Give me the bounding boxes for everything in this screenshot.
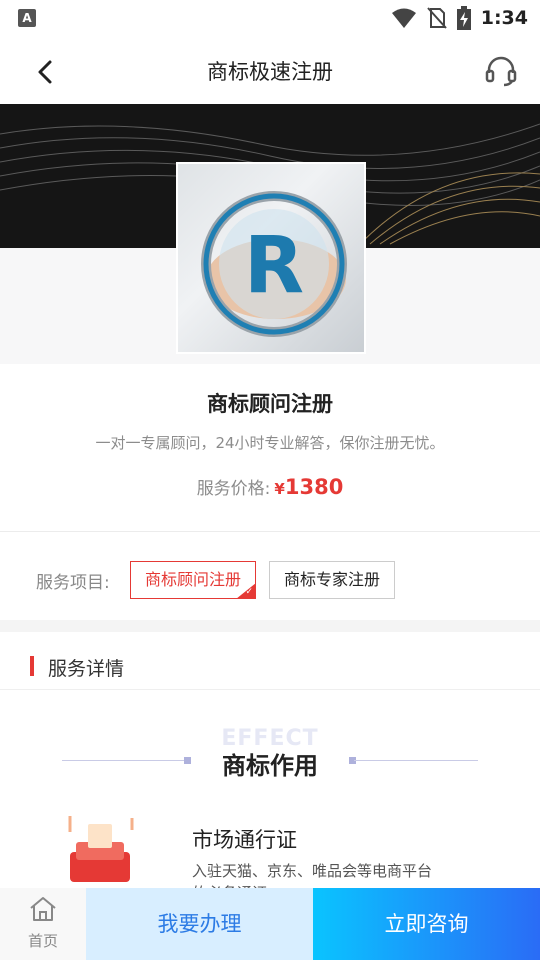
status-time: 1:34 — [480, 7, 528, 29]
item-description: 入驻天猫、京东、唯品会等电商平台 — [192, 862, 433, 880]
trademark-image: R — [176, 162, 366, 354]
wifi-icon — [391, 8, 416, 28]
product-title: 商标顾问注册 — [207, 392, 333, 416]
option-expert-registration[interactable]: 商标专家注册 — [269, 561, 396, 599]
option-label: 商标顾问注册 — [145, 570, 242, 589]
product-info: 商标顾问注册 一对一专属顾问，24小时专业解答，保你注册无忧。 服务价格: ¥13… — [0, 364, 540, 532]
registered-trademark-icon: R — [201, 191, 347, 337]
navbar: 商标极速注册 — [0, 36, 540, 104]
title-line-right — [354, 760, 478, 761]
market-pass-icon — [68, 816, 134, 882]
notification-icon: A — [18, 9, 36, 27]
page-title: 商标极速注册 — [207, 60, 333, 84]
option-consultant-registration[interactable]: 商标顾问注册 ✓ — [130, 561, 257, 599]
home-label: 首页 — [27, 932, 58, 950]
status-bar: A 1:34 — [0, 0, 540, 36]
section-header: 服务详情 — [0, 632, 540, 690]
tab-home[interactable]: 首页 — [0, 888, 86, 960]
battery-charging-icon — [456, 6, 471, 30]
section-title: 服务详情 — [48, 658, 125, 680]
item-title: 市场通行证 — [192, 828, 297, 852]
price-value: 1380 — [284, 475, 344, 499]
effect-title: 商标作用 — [222, 752, 318, 780]
product-description: 一对一专属顾问，24小时专业解答，保你注册无忧。 — [95, 434, 445, 452]
product-banner: R — [0, 104, 540, 364]
bottom-action-bar: 首页 我要办理 立即咨询 — [0, 888, 540, 960]
status-icons: 1:34 — [391, 6, 528, 30]
price-label: 服务价格: — [196, 479, 271, 499]
apply-button[interactable]: 我要办理 — [86, 888, 313, 960]
home-icon — [30, 897, 56, 921]
consult-now-button[interactable]: 立即咨询 — [313, 888, 540, 960]
headset-icon[interactable] — [484, 54, 518, 88]
check-mark-icon: ✓ — [245, 587, 254, 597]
section-accent-bar — [30, 656, 34, 676]
option-label: 商标专家注册 — [284, 570, 381, 589]
section-divider — [0, 620, 540, 632]
price-currency: ¥ — [274, 480, 285, 498]
svg-text:R: R — [244, 221, 304, 311]
service-options: 服务项目: 商标顾问注册 ✓ 商标专家注册 — [0, 532, 540, 620]
no-sim-icon — [426, 7, 447, 29]
price-row: 服务价格: ¥1380 — [0, 474, 540, 499]
options-label: 服务项目: — [36, 573, 110, 593]
